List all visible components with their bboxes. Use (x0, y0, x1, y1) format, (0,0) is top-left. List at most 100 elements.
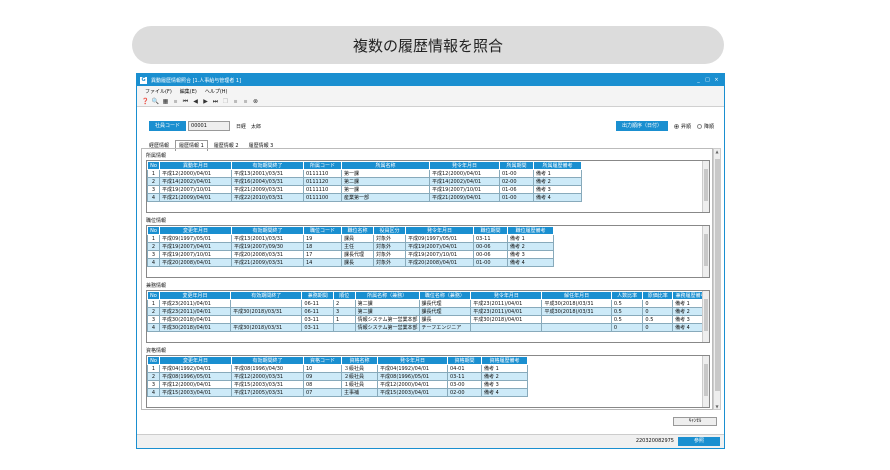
column-header[interactable]: 所属履歴備考 (533, 161, 582, 170)
minimize-icon[interactable]: _ (694, 77, 703, 83)
column-header[interactable]: 異動年月日 (159, 161, 232, 170)
close-window-icon[interactable]: × (712, 77, 721, 83)
table-cell: 03-11 (447, 372, 482, 381)
column-header[interactable]: 変更年月日 (159, 226, 232, 235)
column-header[interactable]: No (147, 161, 160, 170)
menu-help[interactable]: ヘルプ(H) (205, 88, 228, 95)
cancel-button[interactable]: ｷｬﾝｾﾙ (673, 417, 717, 426)
column-header[interactable]: 人数比率 (610, 291, 644, 300)
copy-icon[interactable]: ❐ (221, 97, 230, 106)
employee-code-input[interactable]: 00001 (188, 121, 231, 131)
order-asc-radio[interactable]: 昇順 (673, 123, 691, 130)
column-header[interactable]: 所属コード (303, 161, 342, 170)
save-icon[interactable]: ▪ (171, 97, 180, 106)
folder-icon[interactable]: ▦ (161, 97, 170, 106)
menu-file[interactable]: ファイル(F) (145, 88, 172, 95)
column-header[interactable]: 変更年月日 (158, 291, 232, 300)
column-header[interactable]: 原価比率 (642, 291, 674, 300)
table-row[interactable]: 1 平成23(2011)/04/01 06-11 2 第二課 課長代理 平成23(2011)… (147, 299, 709, 308)
table-scroll-thumb[interactable] (704, 234, 708, 266)
main-vertical-scrollbar[interactable]: ▲ ▼ (713, 148, 721, 410)
table-row[interactable]: 2 平成19(2007)/04/01 平成19(2007)/09/30 18 主任 対象外… (147, 242, 554, 251)
prev-record-icon[interactable]: ◀ (191, 97, 200, 106)
section-2: 兼務情報 No 変更年月日 有効期間終了 兼務期間 順位 所属名称（兼務） 職位名称（兼務）発… (146, 282, 710, 343)
table-row[interactable]: 1 平成09(1997)/05/01 平成13(2001)/03/31 19 課員 対象外… (147, 234, 554, 243)
column-header[interactable]: 職位履歴備考 (507, 226, 554, 235)
column-header[interactable]: No (147, 356, 160, 365)
column-header[interactable]: 発令年月日 (470, 291, 543, 300)
next-record-icon[interactable]: ▶ (201, 97, 210, 106)
column-header[interactable]: 順位 (333, 291, 356, 300)
table-row[interactable]: 2 平成08(1996)/05/01 平成12(2000)/03/31 09 ２級社員平… (147, 372, 528, 381)
column-header[interactable]: 職位期間 (473, 226, 508, 235)
table-row[interactable]: 3 平成19(2007)/10/01 平成21(2009)/03/31 0111110… (147, 185, 582, 194)
column-header[interactable]: 有効期間終了 (231, 356, 304, 365)
table-cell: 0 (610, 323, 644, 332)
table-cell: 3 (147, 380, 160, 389)
column-header[interactable]: 職位名称（兼務） (418, 291, 472, 300)
table-row[interactable]: 3 平成30(2018)/04/01 03-11 1 情報システム第一営業本部 課長 平成3… (147, 315, 709, 324)
table-row[interactable]: 4 平成30(2018)/04/01 平成30(2018)/03/31 03-11 情報… (147, 323, 709, 332)
column-header[interactable]: No (147, 226, 160, 235)
help-icon[interactable]: ❓ (141, 97, 150, 106)
table-row[interactable]: 4 平成21(2009)/04/01 平成22(2010)/03/31 0111100… (147, 193, 582, 202)
first-record-icon[interactable]: ⏮ (181, 97, 190, 106)
column-header[interactable]: 発令年月日 (377, 356, 448, 365)
paste-icon[interactable]: ▪ (231, 97, 240, 106)
table-cell: 平成21(2009)/03/31 (231, 185, 304, 194)
column-header[interactable]: 所属名称 (341, 161, 430, 170)
table-row[interactable]: 2 平成14(2002)/04/01 平成16(2004)/03/31 0111120… (147, 177, 582, 186)
table-row[interactable]: 3 平成12(2000)/04/01 平成15(2003)/03/31 08 １級社員平… (147, 380, 528, 389)
table-row[interactable]: 1 平成12(2000)/04/01 平成13(2001)/03/31 0111110… (147, 169, 582, 178)
column-header[interactable]: 変更年月日 (159, 356, 232, 365)
table-scrollbar[interactable] (702, 161, 709, 212)
maximize-icon[interactable]: □ (703, 77, 712, 83)
table-cell: 主事補 (341, 388, 378, 397)
table-row[interactable]: 3 平成19(2007)/10/01 平成20(2008)/03/31 17 課長代理対… (147, 250, 554, 259)
column-header[interactable]: 有効期間終了 (231, 161, 304, 170)
reference-button[interactable]: 参照 (678, 437, 720, 446)
column-header[interactable]: 職位コード (303, 226, 342, 235)
history-table: No 変更年月日 有効期間終了 資格コード 資格名称 発令年月日 資格期間 資格履歴備考 1 平成… (147, 356, 528, 397)
table-scrollbar[interactable] (702, 291, 709, 342)
table-scrollbar[interactable] (702, 226, 709, 277)
table-scroll-thumb[interactable] (704, 364, 708, 396)
table-row[interactable]: 4 平成15(2003)/04/01 平成17(2005)/03/31 07 主事補 平成… (147, 388, 528, 397)
table-cell: 08 (303, 380, 342, 389)
table-scroll-thumb[interactable] (704, 299, 708, 331)
column-header[interactable]: 有効期間終了 (231, 226, 304, 235)
search-icon[interactable]: 🔍 (151, 97, 160, 106)
column-header[interactable]: 役員区分 (373, 226, 406, 235)
stop-icon[interactable]: ⊗ (251, 97, 260, 106)
table-cell: 課長 (341, 258, 374, 267)
last-record-icon[interactable]: ⏭ (211, 97, 220, 106)
column-header[interactable]: 兼務期間 (301, 291, 334, 300)
scroll-down-icon[interactable]: ▼ (714, 404, 720, 409)
column-header[interactable]: 資格名称 (341, 356, 378, 365)
column-header[interactable]: 有効期間終了 (230, 291, 303, 300)
column-header[interactable]: No (147, 291, 160, 300)
order-desc-radio[interactable]: 降順 (696, 123, 714, 130)
table-scrollbar[interactable] (702, 356, 709, 407)
column-header[interactable]: 職位名称 (341, 226, 374, 235)
app-logo-icon: G (140, 76, 147, 84)
column-header[interactable]: 資格コード (303, 356, 342, 365)
column-header[interactable]: 発令年月日 (429, 161, 500, 170)
menu-edit[interactable]: 編集(E) (180, 88, 197, 95)
print-icon[interactable]: ▪ (241, 97, 250, 106)
column-header[interactable]: 所属期間 (499, 161, 534, 170)
column-header[interactable]: 所属名称（兼務） (354, 291, 420, 300)
scroll-thumb[interactable] (715, 159, 720, 391)
column-header[interactable]: 解任年月日 (541, 291, 612, 300)
table-scroll-thumb[interactable] (704, 169, 708, 201)
table-row[interactable]: 2 平成23(2011)/04/01 平成30(2018)/03/31 06-11 3 第… (147, 307, 709, 316)
column-header[interactable]: 資格期間 (447, 356, 482, 365)
column-header[interactable]: 資格履歴備考 (481, 356, 528, 365)
scroll-up-icon[interactable]: ▲ (714, 149, 720, 154)
table-cell: 備考 4 (533, 193, 582, 202)
column-header[interactable]: 発令年月日 (405, 226, 474, 235)
table-cell: 平成19(2007)/04/01 (405, 242, 474, 251)
table-row[interactable]: 1 平成04(1992)/04/01 平成08(1996)/04/30 10 ３級社員平… (147, 364, 528, 373)
table-cell: 平成30(2018)/04/01 (470, 315, 543, 324)
table-row[interactable]: 4 平成20(2008)/04/01 平成21(2009)/03/31 14 課長 対象外… (147, 258, 554, 267)
